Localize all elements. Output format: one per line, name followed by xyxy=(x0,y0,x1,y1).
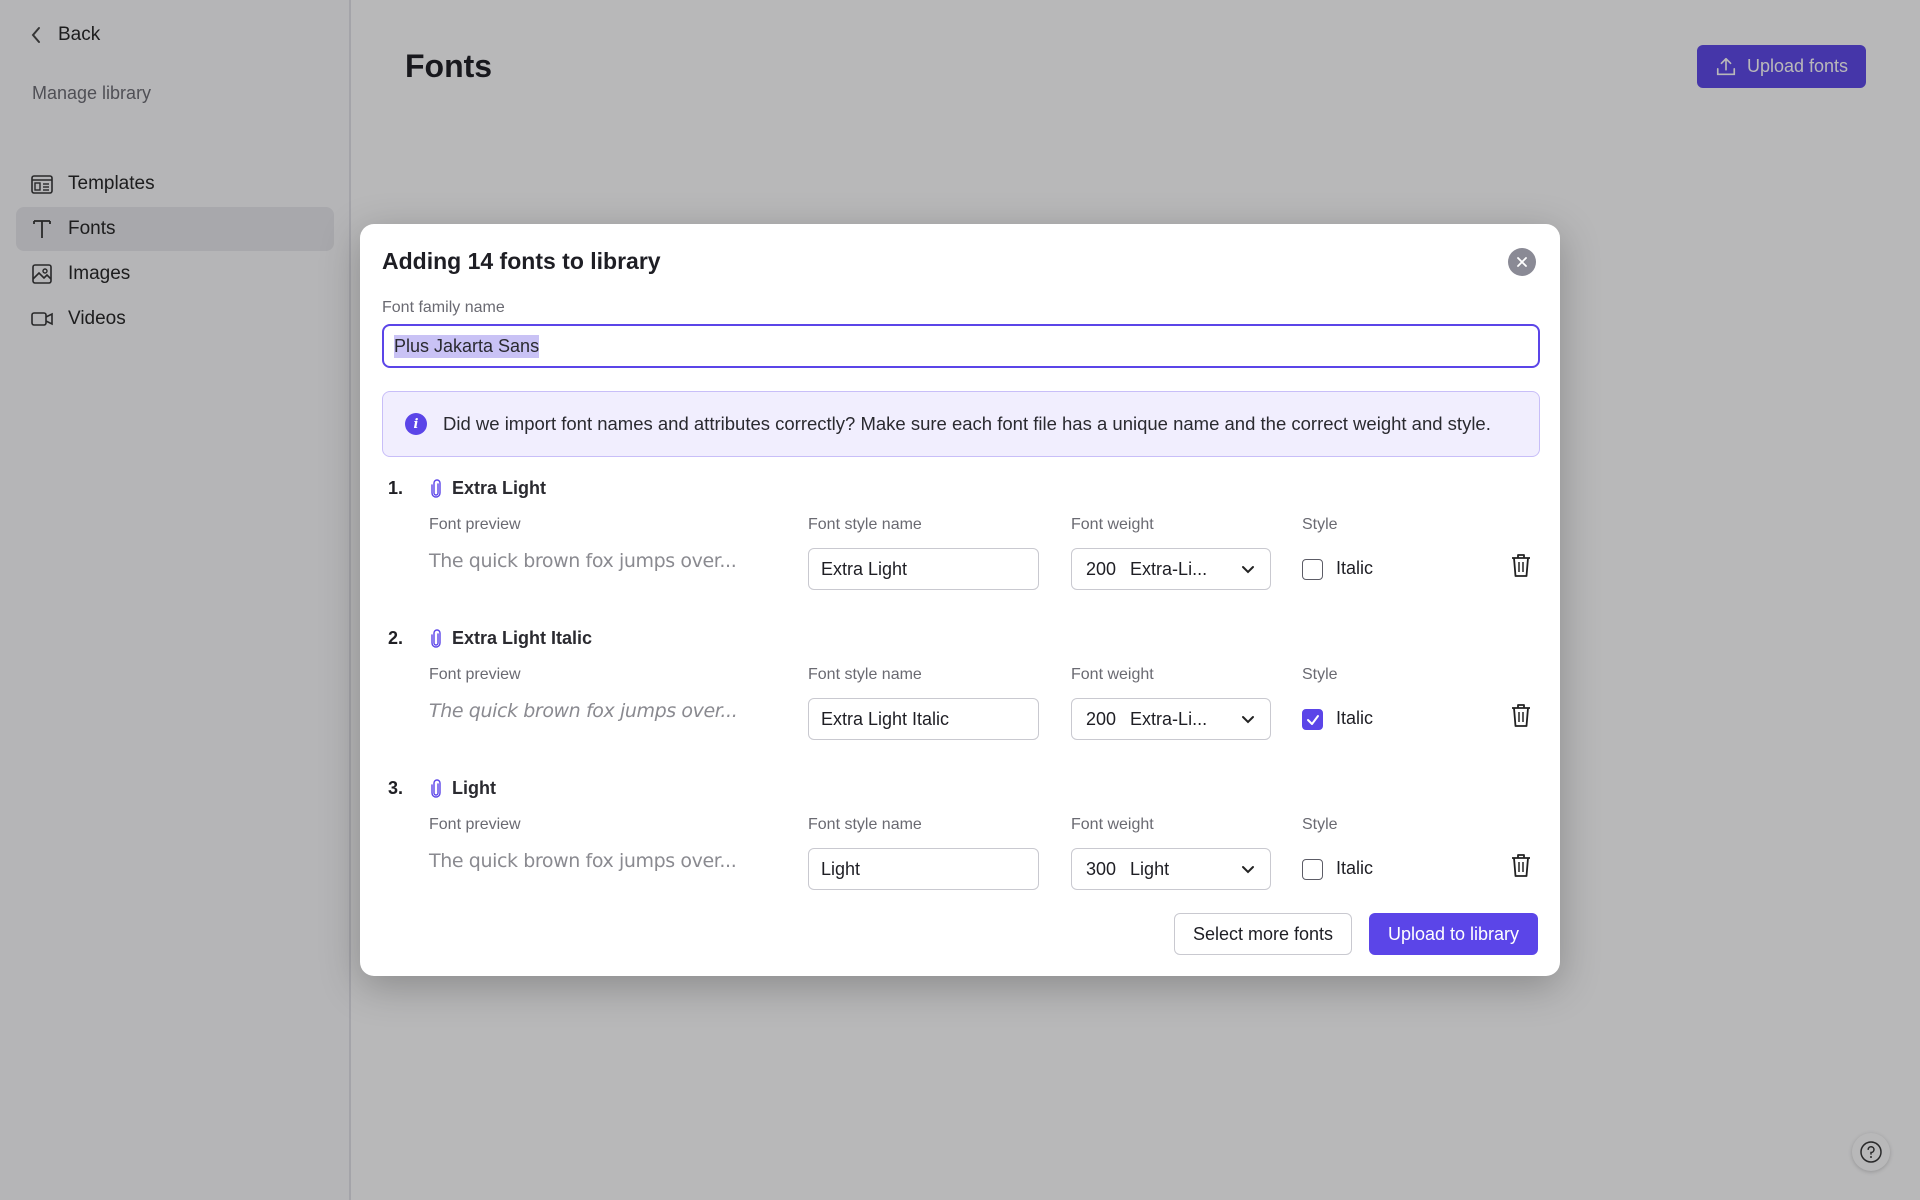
font-file-name: Light xyxy=(430,778,496,799)
preview-label: Font preview xyxy=(429,666,521,683)
font-weight-select[interactable]: 200 Extra-Li... xyxy=(1071,698,1271,740)
paperclip-icon xyxy=(431,478,441,498)
trash-icon[interactable] xyxy=(1510,552,1532,578)
weight-name: Extra-Li... xyxy=(1130,558,1208,579)
weight-label: Font weight xyxy=(1071,816,1154,833)
font-family-value: Plus Jakarta Sans xyxy=(394,334,540,358)
row-number: 3. xyxy=(388,778,404,798)
trash-icon[interactable] xyxy=(1510,702,1532,728)
chevron-down-icon xyxy=(1242,716,1254,724)
weight-label: Font weight xyxy=(1071,666,1154,683)
italic-label: Italic xyxy=(1336,858,1374,878)
font-family-label: Font family name xyxy=(382,299,505,316)
font-file-name: Extra Light Italic xyxy=(430,628,592,649)
weight-label: Font weight xyxy=(1071,516,1154,533)
upload-to-library-button[interactable]: Upload to library xyxy=(1369,913,1538,955)
style-name-input[interactable]: Light xyxy=(808,848,1039,890)
trash-icon[interactable] xyxy=(1510,852,1532,878)
font-row: 1. Extra Light Font preview Font style n… xyxy=(382,474,1540,614)
italic-checkbox[interactable] xyxy=(1302,559,1323,580)
paperclip-icon xyxy=(431,628,441,648)
style-name-value: Light xyxy=(821,858,861,879)
style-label: Style xyxy=(1302,516,1338,533)
chevron-down-icon xyxy=(1242,866,1254,874)
font-preview: The quick brown fox jumps over... xyxy=(429,850,737,872)
info-icon: i xyxy=(405,413,427,435)
font-row: 3. Light Font preview Font style name Fo… xyxy=(382,774,1540,914)
font-name-label: Extra Light xyxy=(452,478,547,498)
style-label: Style xyxy=(1302,666,1338,683)
style-label: Style xyxy=(1302,816,1338,833)
font-name-label: Extra Light Italic xyxy=(452,628,593,648)
preview-label: Font preview xyxy=(429,516,521,533)
italic-checkbox[interactable] xyxy=(1302,859,1323,880)
font-family-input[interactable]: Plus Jakarta Sans xyxy=(382,324,1540,368)
style-name-label: Font style name xyxy=(808,516,922,533)
font-preview: The quick brown fox jumps over... xyxy=(429,700,738,722)
style-name-label: Font style name xyxy=(808,816,922,833)
checkmark-icon xyxy=(1306,714,1319,725)
font-weight-select[interactable]: 300 Light xyxy=(1071,848,1271,890)
row-number: 2. xyxy=(388,628,404,648)
row-number: 1. xyxy=(388,478,404,498)
style-name-value: Extra Light Italic xyxy=(821,708,950,729)
close-icon xyxy=(1517,257,1527,267)
style-name-input[interactable]: Extra Light Italic xyxy=(808,698,1039,740)
font-weight-select[interactable]: 200 Extra-Li... xyxy=(1071,548,1271,590)
font-file-name: Extra Light xyxy=(430,478,546,499)
italic-label: Italic xyxy=(1336,558,1374,578)
modal-title: Adding 14 fonts to library xyxy=(382,248,661,274)
italic-checkbox[interactable] xyxy=(1302,709,1323,730)
style-name-label: Font style name xyxy=(808,666,922,683)
italic-label: Italic xyxy=(1336,708,1374,728)
font-list[interactable]: 1. Extra Light Font preview Font style n… xyxy=(382,474,1540,914)
preview-label: Font preview xyxy=(429,816,521,833)
font-preview: The quick brown fox jumps over... xyxy=(429,550,737,572)
style-name-value: Extra Light xyxy=(821,558,908,579)
info-text: Did we import font names and attributes … xyxy=(443,413,1491,434)
add-fonts-modal: Adding 14 fonts to library Font family n… xyxy=(360,224,1560,976)
font-name-label: Light xyxy=(452,778,496,798)
weight-number: 300 xyxy=(1086,858,1117,879)
chevron-down-icon xyxy=(1242,566,1254,574)
paperclip-icon xyxy=(431,778,441,798)
weight-number: 200 xyxy=(1086,558,1117,579)
select-more-fonts-button[interactable]: Select more fonts xyxy=(1174,913,1352,955)
style-name-input[interactable]: Extra Light xyxy=(808,548,1039,590)
info-banner: i Did we import font names and attribute… xyxy=(382,391,1540,457)
weight-number: 200 xyxy=(1086,708,1117,729)
font-row: 2. Extra Light Italic Font preview Font … xyxy=(382,624,1540,764)
close-button[interactable] xyxy=(1508,248,1536,276)
weight-name: Extra-Li... xyxy=(1130,708,1208,729)
weight-name: Light xyxy=(1130,858,1170,879)
